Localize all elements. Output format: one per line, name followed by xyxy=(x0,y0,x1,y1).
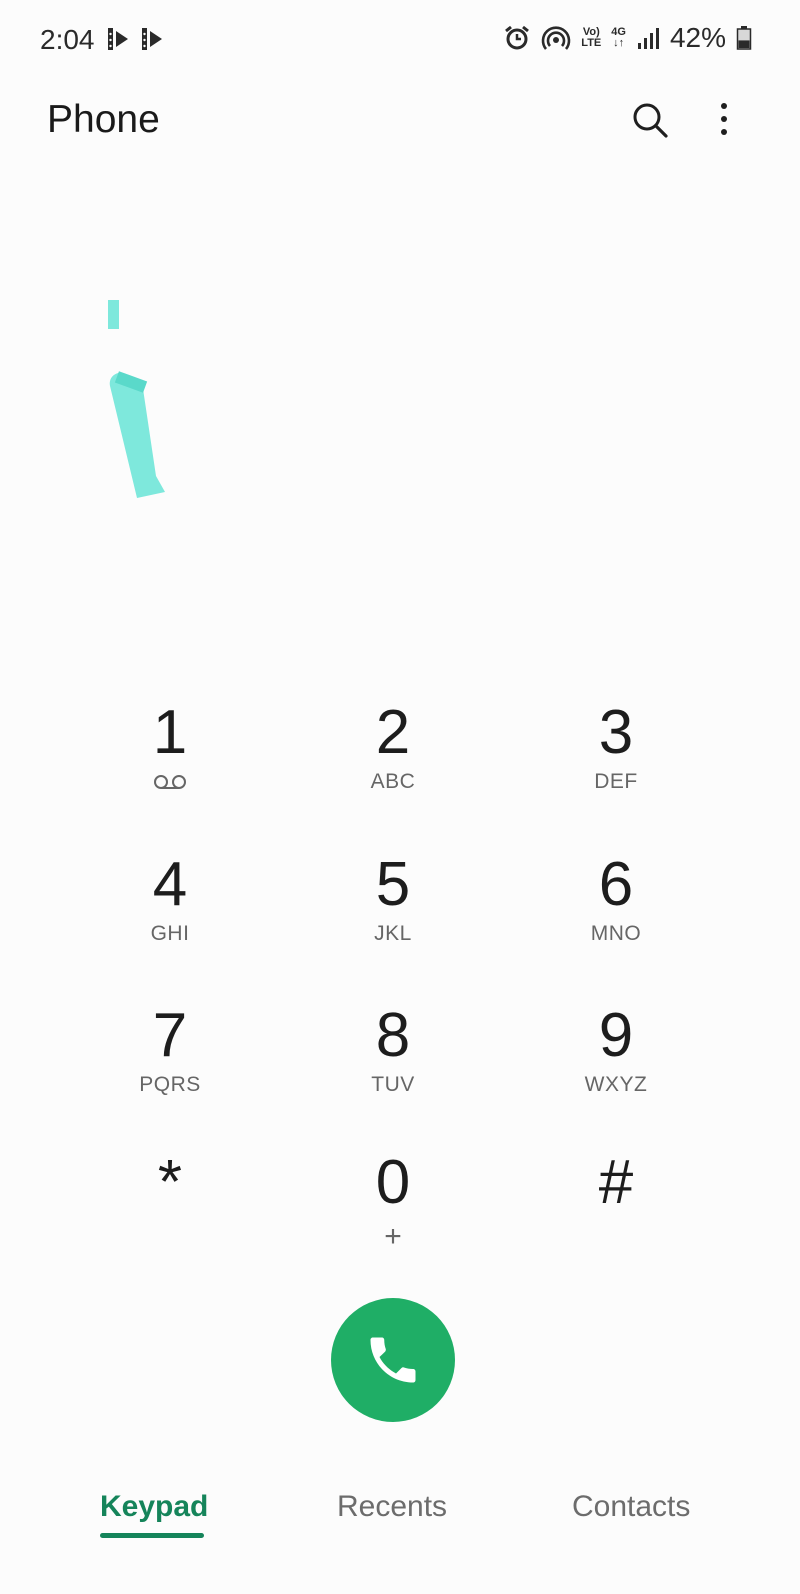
dial-keypad: 1 2 ABC 3 DEF 4 GHI 5 JKL 6 MNO 7 PQRS 8… xyxy=(60,690,740,1262)
key-digit: * xyxy=(157,1148,183,1217)
key-digit: 6 xyxy=(598,850,634,919)
tab-contacts[interactable]: Contacts xyxy=(572,1490,690,1524)
key-digit: 4 xyxy=(152,850,188,919)
key-letters: JKL xyxy=(374,922,412,945)
hotspot-icon xyxy=(542,26,571,50)
battery-icon xyxy=(736,26,752,50)
battery-percent: 42% xyxy=(669,22,726,53)
volte-icon: Vo) LTE xyxy=(581,27,601,49)
key-letters: ABC xyxy=(370,770,416,793)
key-star[interactable]: * xyxy=(70,1140,270,1280)
key-digit: 3 xyxy=(598,698,634,767)
key-letters: TUV xyxy=(371,1073,415,1096)
search-icon xyxy=(633,103,668,138)
key-letters: WXYZ xyxy=(584,1073,648,1096)
notification-icon xyxy=(108,28,128,50)
key-hash[interactable]: # xyxy=(516,1140,716,1280)
key-3[interactable]: 3 DEF xyxy=(516,690,716,830)
key-digit: 9 xyxy=(598,1001,634,1070)
key-digit: 2 xyxy=(375,698,411,767)
notification-icons xyxy=(106,26,166,52)
key-9[interactable]: 9 WXYZ xyxy=(516,993,716,1133)
key-8[interactable]: 8 TUV xyxy=(293,993,493,1133)
call-button[interactable] xyxy=(331,1298,455,1422)
signal-icon xyxy=(637,28,659,49)
key-letters: GHI xyxy=(150,922,190,945)
voicemail-icon xyxy=(154,775,186,789)
status-bar: 2:04 Vo) LTE 4G ↓↑ 42% xyxy=(0,0,800,80)
key-4[interactable]: 4 GHI xyxy=(70,842,270,982)
key-letters: PQRS xyxy=(139,1073,201,1096)
key-digit: 1 xyxy=(152,698,188,767)
status-time: 2:04 xyxy=(40,24,95,55)
key-plus-label: + xyxy=(384,1220,402,1253)
data-arrows-icon: ↓↑ xyxy=(613,37,625,49)
alarm-icon xyxy=(505,25,530,50)
phone-icon xyxy=(370,1337,416,1383)
key-5[interactable]: 5 JKL xyxy=(293,842,493,982)
key-7[interactable]: 7 PQRS xyxy=(70,993,270,1133)
more-options-button[interactable] xyxy=(706,98,742,142)
text-cursor-handle-icon[interactable] xyxy=(100,296,180,506)
key-digit: 0 xyxy=(375,1148,411,1217)
status-icons: Vo) LTE 4G ↓↑ 42% xyxy=(503,22,752,54)
lte-label: LTE xyxy=(581,37,602,49)
key-letters: MNO xyxy=(590,922,642,945)
bottom-tab-bar: Keypad Recents Contacts xyxy=(0,1478,800,1558)
search-button[interactable] xyxy=(628,98,672,142)
key-0[interactable]: 0 + xyxy=(293,1140,493,1280)
key-digit: # xyxy=(598,1148,634,1217)
key-1[interactable]: 1 xyxy=(70,690,270,830)
more-options-icon xyxy=(721,103,727,135)
tab-recents[interactable]: Recents xyxy=(337,1490,447,1524)
key-letters: DEF xyxy=(594,770,638,793)
page-title: Phone xyxy=(47,98,160,141)
key-digit: 5 xyxy=(375,850,411,919)
4g-data-icon: 4G ↓↑ xyxy=(611,27,626,49)
key-digit: 7 xyxy=(152,1001,188,1070)
key-6[interactable]: 6 MNO xyxy=(516,842,716,982)
notification-icon xyxy=(142,28,162,50)
active-tab-indicator xyxy=(100,1533,204,1538)
tab-keypad[interactable]: Keypad xyxy=(100,1490,208,1524)
key-2[interactable]: 2 ABC xyxy=(293,690,493,830)
key-digit: 8 xyxy=(375,1001,411,1070)
